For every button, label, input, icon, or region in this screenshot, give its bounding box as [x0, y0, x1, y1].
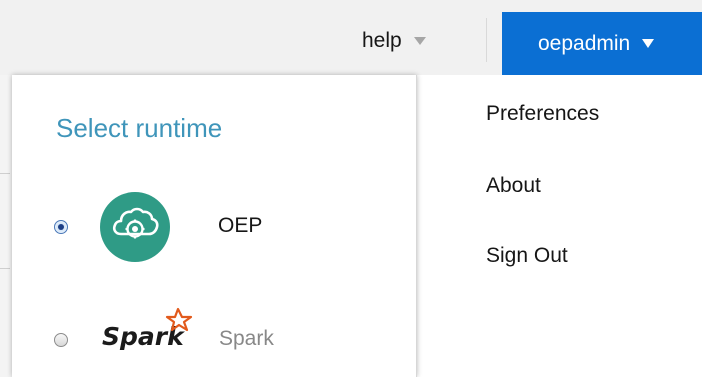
menu-item-sign-out[interactable]: Sign Out — [486, 244, 568, 268]
menu-item-about[interactable]: About — [486, 174, 541, 198]
edge-tick — [0, 268, 10, 269]
oep-radio[interactable] — [54, 220, 68, 234]
help-menu-button[interactable]: help — [362, 26, 426, 56]
help-label: help — [362, 29, 402, 52]
background-edge — [0, 75, 12, 377]
edge-tick — [0, 173, 10, 174]
runtime-option-label: Spark — [219, 327, 274, 350]
chevron-down-icon — [413, 37, 426, 45]
spark-logo: Spark — [100, 305, 200, 356]
menu-item-preferences[interactable]: Preferences — [486, 102, 599, 126]
top-bar: help oepadmin — [0, 0, 702, 75]
chevron-down-icon — [642, 39, 655, 48]
topbar-divider — [486, 18, 487, 62]
spark-radio[interactable] — [54, 333, 68, 347]
cloud-runtime-icon — [100, 192, 170, 262]
runtime-title: Select runtime — [56, 113, 223, 143]
user-name-label: oepadmin — [538, 31, 631, 55]
user-menu-button[interactable]: oepadmin — [502, 12, 702, 75]
runtime-selector-panel: Select runtime OEP Spark Spark — [12, 75, 417, 377]
runtime-option-label: OEP — [218, 214, 263, 237]
